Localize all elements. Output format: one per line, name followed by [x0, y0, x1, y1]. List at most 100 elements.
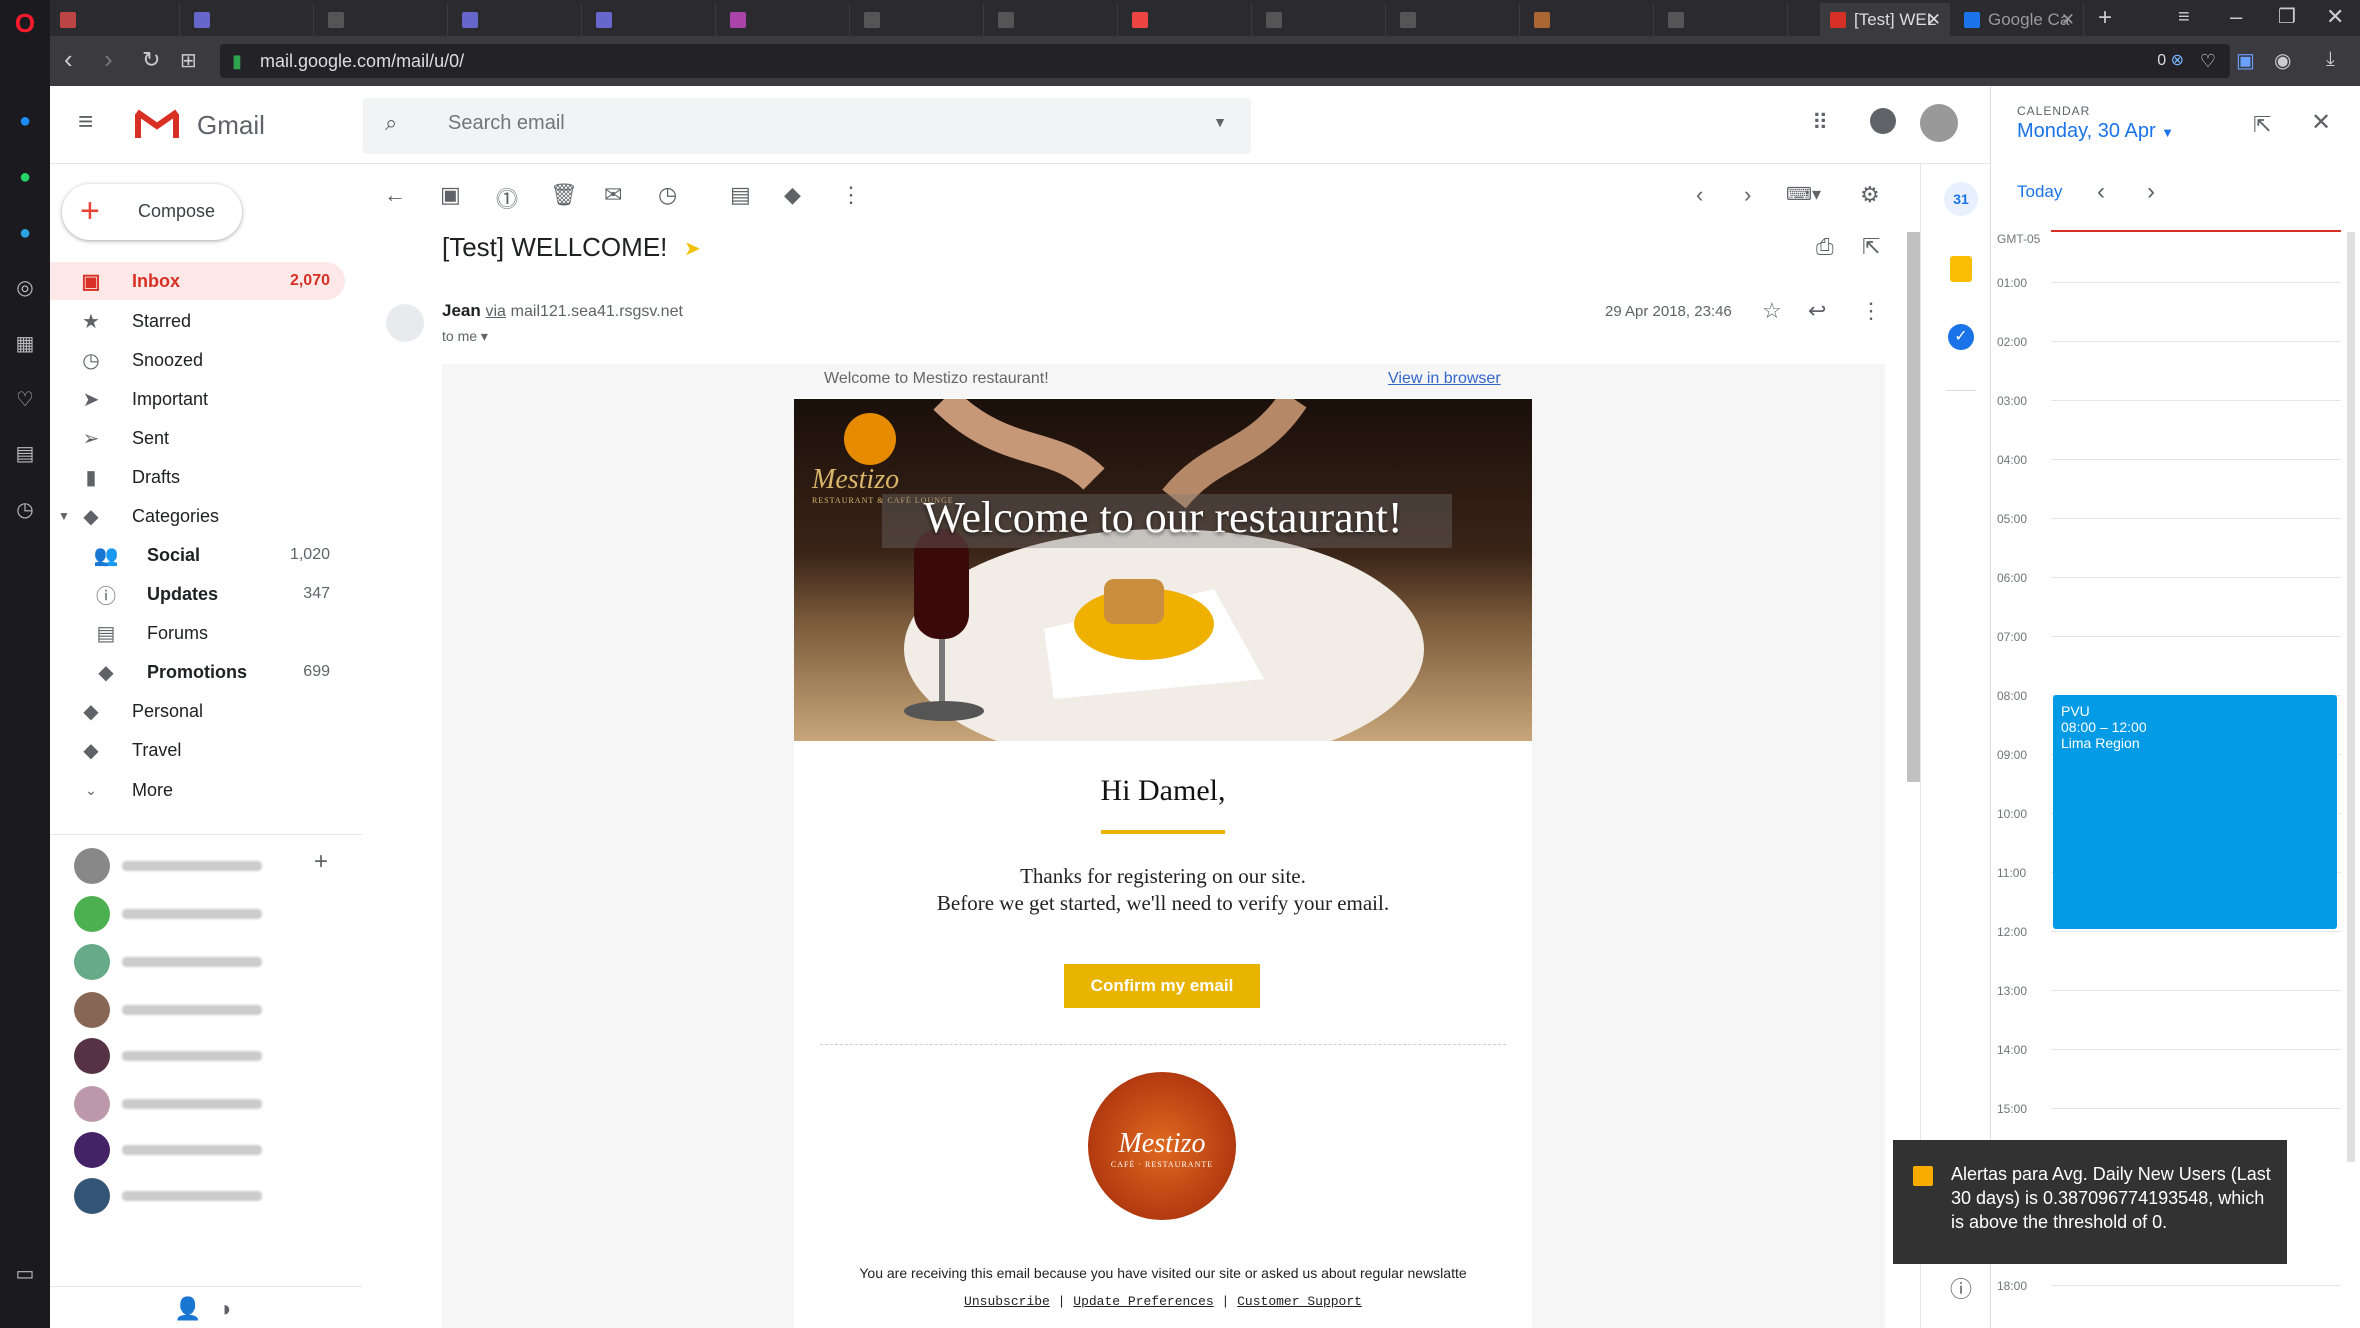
- star-message-icon[interactable]: ☆: [1762, 298, 1782, 324]
- important-marker-icon[interactable]: ➤: [684, 236, 701, 261]
- extension-icon[interactable]: ▣: [2236, 48, 2255, 73]
- camera-icon[interactable]: ◎: [10, 272, 40, 302]
- close-panel-icon[interactable]: ✕: [2311, 108, 2331, 137]
- sidebar-item-starred[interactable]: ★ Starred: [50, 302, 345, 340]
- reply-icon[interactable]: ↩: [1808, 298, 1826, 324]
- today-button[interactable]: Today: [2017, 182, 2062, 202]
- snooze-icon[interactable]: ◷: [658, 182, 677, 208]
- whatsapp-icon[interactable]: ●: [10, 162, 40, 192]
- tab-blurred[interactable]: [1256, 3, 1386, 36]
- older-icon[interactable]: ›: [1744, 182, 1751, 208]
- tab-blurred[interactable]: [1122, 3, 1252, 36]
- close-window-icon[interactable]: ✕: [2326, 4, 2344, 30]
- settings-gear-icon[interactable]: ⚙: [1860, 182, 1880, 208]
- sidebar-item-travel[interactable]: ◆ Travel: [50, 731, 345, 769]
- message-more-icon[interactable]: ⋮: [1860, 298, 1882, 324]
- mark-unread-icon[interactable]: ✉: [604, 182, 622, 208]
- hangouts-contact[interactable]: [74, 1036, 334, 1076]
- scrollbar-thumb[interactable]: [1907, 232, 1921, 782]
- move-to-icon[interactable]: ▤: [730, 182, 751, 208]
- url-field[interactable]: ▮ mail.google.com/mail/u/0/ 0 ⊗ ♡: [220, 44, 2230, 78]
- minimize-icon[interactable]: –: [2230, 4, 2242, 30]
- sidebar-toggle-icon[interactable]: ▭: [10, 1258, 40, 1288]
- new-tab-icon[interactable]: +: [2098, 4, 2112, 32]
- unsubscribe-link[interactable]: Unsubscribe: [964, 1294, 1050, 1309]
- customer-support-link[interactable]: Customer Support: [1237, 1294, 1362, 1309]
- report-spam-icon[interactable]: ⓵: [496, 182, 518, 214]
- hangouts-contact[interactable]: [74, 894, 334, 934]
- tab-blurred[interactable]: [854, 3, 984, 36]
- adblock-badge[interactable]: 0 ⊗: [2157, 44, 2184, 78]
- input-tools-icon[interactable]: ⌨▾: [1786, 184, 1821, 205]
- archive-icon[interactable]: ▣: [440, 182, 461, 208]
- newer-icon[interactable]: ‹: [1696, 182, 1703, 208]
- search-options-icon[interactable]: ▼: [1213, 114, 1227, 130]
- back-icon[interactable]: ‹: [64, 44, 73, 75]
- tab-blurred[interactable]: [1390, 3, 1520, 36]
- tab-blurred[interactable]: [720, 3, 850, 36]
- sidebar-item-inbox[interactable]: ▣ Inbox 2,070: [50, 262, 345, 300]
- hangouts-contact[interactable]: [74, 990, 334, 1030]
- tab-blurred[interactable]: [452, 3, 582, 36]
- opera-logo-icon[interactable]: O: [10, 8, 40, 38]
- tab-blurred[interactable]: [184, 3, 314, 36]
- hangouts-self[interactable]: [74, 846, 334, 886]
- tab-menu-icon[interactable]: ≡: [2178, 6, 2190, 29]
- tasks-addon-icon[interactable]: ✓: [1948, 324, 1974, 350]
- search-icon[interactable]: ⌕: [385, 110, 397, 136]
- close-tab-icon[interactable]: ✕: [2061, 10, 2075, 30]
- hangouts-contact[interactable]: [74, 1084, 334, 1124]
- account-avatar[interactable]: [1920, 104, 1958, 142]
- open-in-new-icon[interactable]: ⇱: [2253, 112, 2271, 138]
- tab-gmail-active[interactable]: [Test] WEL ✕: [1820, 3, 1950, 36]
- tab-blurred[interactable]: [586, 3, 716, 36]
- news-icon[interactable]: ▤: [10, 438, 40, 468]
- hangouts-contact[interactable]: [74, 1176, 334, 1216]
- next-day-icon[interactable]: ›: [2147, 178, 2155, 206]
- tab-blurred[interactable]: [318, 3, 448, 36]
- hangouts-contact[interactable]: [74, 1130, 334, 1170]
- tab-blurred[interactable]: [1524, 3, 1654, 36]
- forward-icon[interactable]: ›: [104, 44, 113, 75]
- calendar-event[interactable]: PVU 08:00 – 12:00 Lima Region: [2053, 695, 2337, 929]
- sidebar-item-updates[interactable]: ⓘ Updates 347: [50, 575, 345, 613]
- tab-calendar[interactable]: Google Ca ✕: [1954, 3, 2084, 36]
- alert-toast[interactable]: Alertas para Avg. Daily New Users (Last …: [1893, 1140, 2287, 1264]
- sidebar-item-forums[interactable]: ▤ Forums: [50, 614, 345, 652]
- back-arrow-icon[interactable]: ←: [384, 182, 406, 208]
- sidebar-item-social[interactable]: 👥 Social 1,020: [50, 536, 345, 574]
- open-new-window-icon[interactable]: ⇱: [1862, 234, 1880, 260]
- notifications-icon[interactable]: [1870, 108, 1896, 134]
- calendar-date[interactable]: Monday, 30 Apr ▼: [2017, 120, 2174, 143]
- update-preferences-link[interactable]: Update Preferences: [1073, 1294, 1213, 1309]
- apps-grid-icon[interactable]: ⠿: [1812, 110, 1828, 136]
- sidebar-item-snoozed[interactable]: ◷ Snoozed: [50, 341, 345, 379]
- sidebar-item-promotions[interactable]: ◆ Promotions 699: [50, 653, 345, 691]
- search-input[interactable]: [448, 112, 1098, 135]
- download-icon[interactable]: ⤓: [2326, 48, 2335, 71]
- history-icon[interactable]: ◷: [10, 494, 40, 524]
- bookmark-heart-icon[interactable]: ♡: [2200, 44, 2216, 78]
- sidebar-item-sent[interactable]: ➢ Sent: [50, 419, 345, 457]
- restore-icon[interactable]: ❐: [2278, 4, 2296, 29]
- labels-icon[interactable]: ◆: [784, 182, 801, 208]
- tabs-grid-icon[interactable]: ⊞: [180, 48, 197, 73]
- speed-dial-icon[interactable]: ▦: [10, 328, 40, 358]
- view-in-browser-link[interactable]: View in browser: [1388, 370, 1501, 388]
- calendar-addon-icon[interactable]: 31: [1944, 182, 1978, 216]
- hangouts-icon[interactable]: ◑: [218, 1296, 231, 1322]
- prev-day-icon[interactable]: ‹: [2097, 178, 2105, 206]
- sidebar-item-personal[interactable]: ◆ Personal: [50, 692, 345, 730]
- info-icon[interactable]: ⓘ: [1950, 1272, 1972, 1304]
- reload-icon[interactable]: ↻: [142, 47, 160, 73]
- sidebar-item-more[interactable]: ⌄ More: [50, 771, 345, 809]
- print-icon[interactable]: ⎙: [1816, 234, 1834, 260]
- search-bar[interactable]: ⌕ ▼: [363, 98, 1251, 154]
- close-tab-icon[interactable]: ✕: [1927, 10, 1941, 30]
- tab-blurred[interactable]: [1658, 3, 1788, 36]
- keep-addon-icon[interactable]: [1950, 256, 1972, 282]
- compose-button[interactable]: + Compose: [62, 184, 242, 240]
- tab-blurred[interactable]: [988, 3, 1118, 36]
- delete-icon[interactable]: 🗑: [550, 182, 578, 208]
- via-label[interactable]: via: [485, 303, 505, 320]
